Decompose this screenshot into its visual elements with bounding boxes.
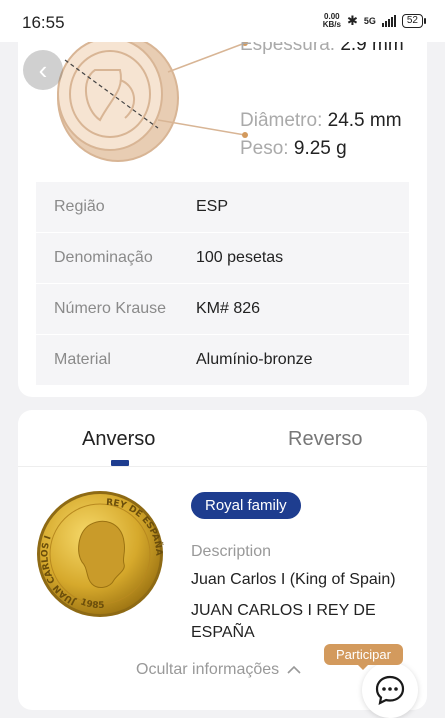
chevron-left-icon: ‹ (38, 54, 48, 85)
hide-info-button[interactable]: Ocultar informações (136, 661, 301, 679)
region-label: Região (54, 198, 105, 215)
coin-info-table: Região ESP Denominação 100 pesetas Númer… (36, 182, 409, 385)
network-speed: 0.00 KB/s (323, 13, 341, 29)
tab-obverse[interactable]: Anverso (82, 428, 155, 451)
chevron-up-icon (287, 665, 301, 674)
table-row: Região ESP (36, 182, 409, 233)
signal-icon (381, 15, 396, 27)
denomination-value: 100 pesetas (196, 249, 284, 266)
chat-button[interactable] (362, 662, 418, 718)
battery-icon: 52 (401, 14, 427, 28)
weight-label: Peso: (240, 138, 289, 159)
status-time: 16:55 (22, 13, 65, 32)
bluetooth-icon: ✱ (346, 13, 358, 28)
description-label: Description (191, 543, 272, 560)
denomination-label: Denominação (54, 249, 153, 266)
diameter-value: 24.5 mm (327, 110, 402, 131)
table-row: Número Krause KM# 826 (36, 284, 409, 335)
table-row: Denominação 100 pesetas (36, 233, 409, 284)
diameter-label: Diâmetro: (240, 110, 323, 131)
hide-info-label: Ocultar informações (136, 661, 280, 678)
coin-dimensions-diagram (57, 34, 248, 162)
side-tabs: Anverso Reverso (18, 410, 427, 467)
active-tab-indicator (111, 460, 129, 466)
coin-details-card: Espessura: 2.9 mm Diâmetro: 24.5 mm Peso… (18, 0, 427, 397)
status-bar: 16:55 0.00 KB/s ✱ 5G 52 (0, 0, 445, 42)
join-badge[interactable]: Participar (324, 644, 403, 670)
status-icons: 0.00 KB/s ✱ 5G 52 (323, 13, 427, 29)
diameter-spec: Diâmetro: 24.5 mm (240, 110, 402, 132)
material-value: Alumínio-bronze (196, 351, 313, 368)
chat-bubble-icon (375, 675, 405, 705)
tab-reverse[interactable]: Reverso (288, 428, 362, 451)
back-button[interactable]: ‹ (23, 50, 63, 90)
weight-value: 9.25 g (293, 138, 347, 159)
network-speed-unit: KB/s (322, 20, 341, 29)
krause-number-value: KM# 826 (196, 300, 261, 317)
coin-obverse-image[interactable]: JUAN CARLOS I REY DE ESPAÑA 1985 (36, 490, 164, 618)
description-text: Juan Carlos I (King of Spain) (191, 571, 396, 588)
category-badge[interactable]: Royal family (191, 492, 301, 519)
weight-spec: Peso: 9.25 g (240, 138, 347, 160)
network-type: 5G (363, 16, 376, 26)
material-label: Material (54, 351, 111, 368)
krause-number-label: Número Krause (54, 300, 167, 317)
inscription-text: JUAN CARLOS I REY DE ESPAÑA (191, 602, 376, 641)
region-value: ESP (196, 198, 229, 215)
table-row: Material Alumínio-bronze (36, 335, 409, 385)
